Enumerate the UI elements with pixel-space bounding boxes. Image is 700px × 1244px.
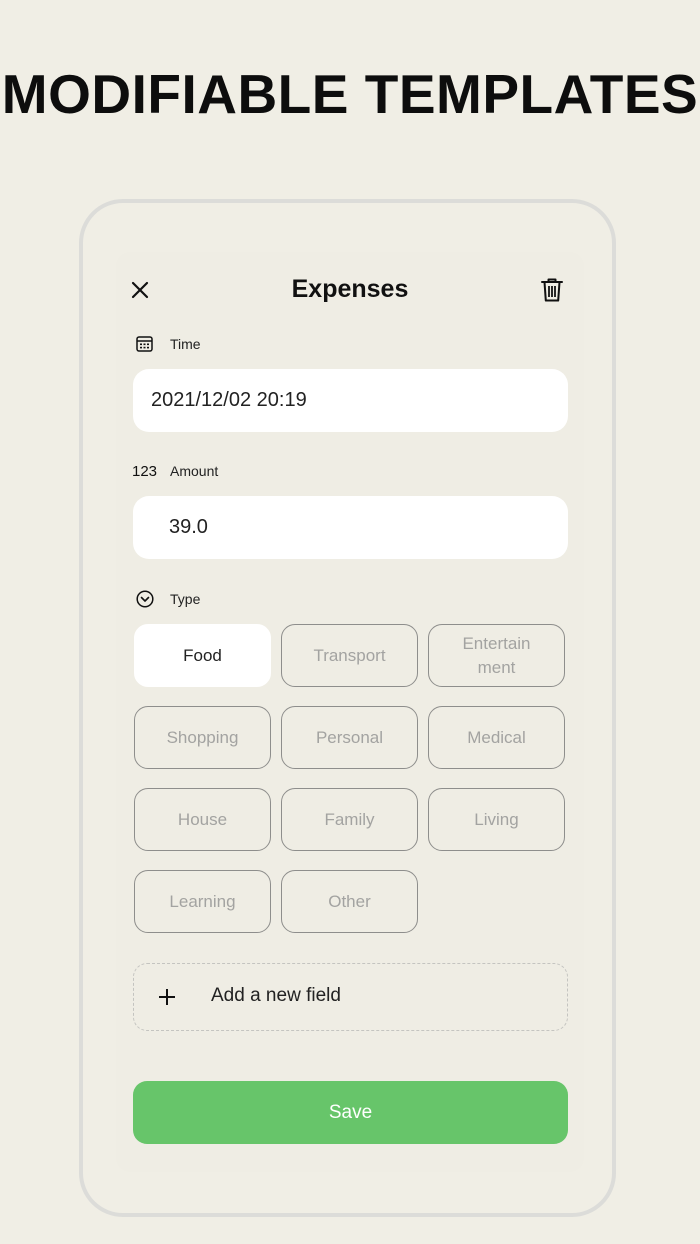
type-chip-transport[interactable]: Transport xyxy=(281,624,418,687)
chip-label: Food xyxy=(183,645,222,665)
amount-input[interactable]: 39.0 xyxy=(133,496,568,559)
add-field-label: Add a new field xyxy=(211,985,341,1006)
type-chip-shopping[interactable]: Shopping xyxy=(134,706,271,769)
save-button[interactable]: Save xyxy=(133,1081,568,1144)
page-title: Expenses xyxy=(291,275,409,303)
calendar-icon xyxy=(136,336,153,352)
trash-icon[interactable] xyxy=(540,277,564,303)
chip-label: Other xyxy=(328,891,371,911)
chip-label: Medical xyxy=(467,727,526,747)
type-chip-family[interactable]: Family xyxy=(281,788,418,851)
chevron-circle-icon xyxy=(136,590,154,608)
type-chip-living[interactable]: Living xyxy=(428,788,565,851)
time-label: Time xyxy=(170,336,201,352)
save-label: Save xyxy=(328,1101,373,1123)
type-chip-house[interactable]: House xyxy=(134,788,271,851)
plus-icon xyxy=(159,989,175,1005)
type-label: Type xyxy=(170,591,201,607)
time-input[interactable]: 2021/12/02 20:19 xyxy=(133,369,568,432)
type-chip-learning[interactable]: Learning xyxy=(134,870,271,933)
type-chip-food[interactable]: Food xyxy=(134,624,271,687)
add-field-button[interactable] xyxy=(133,963,568,1031)
chip-label: Personal xyxy=(315,727,384,747)
type-chip-personal[interactable]: Personal xyxy=(281,706,418,769)
headline: MODIFIABLE TEMPLATES xyxy=(1,63,699,125)
chip-label: Entertain ment xyxy=(462,633,531,677)
time-value: 2021/12/02 20:19 xyxy=(151,389,307,411)
chip-label: House xyxy=(177,809,228,829)
number-icon: 123 xyxy=(132,463,158,480)
chip-label: Family xyxy=(324,809,375,829)
chip-label: Living xyxy=(474,809,519,829)
amount-value: 39.0 xyxy=(169,516,208,538)
type-chip-medical[interactable]: Medical xyxy=(428,706,565,769)
chip-label: Transport xyxy=(313,645,386,665)
type-chip-entertainment[interactable]: Entertain ment xyxy=(428,624,565,687)
chip-label: Learning xyxy=(169,891,236,911)
type-chip-other[interactable]: Other xyxy=(281,870,418,933)
chip-label: Shopping xyxy=(166,727,239,747)
amount-label: Amount xyxy=(170,463,219,479)
